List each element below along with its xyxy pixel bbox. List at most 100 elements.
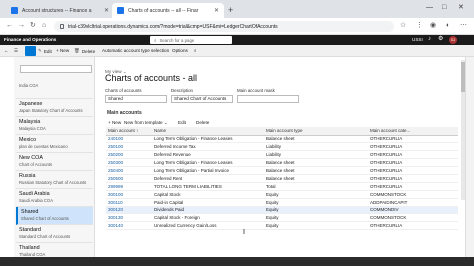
list-item[interactable]: New COA Chart of Accounts — [16, 153, 93, 171]
table-cell: OTHERCURLIA — [368, 182, 458, 191]
back-icon[interactable]: ← — [4, 48, 9, 53]
main-account-link[interactable]: 250500 — [106, 174, 152, 183]
grid-edit-button[interactable]: Edit — [178, 120, 186, 125]
app-title[interactable]: Finance and Operations — [4, 37, 56, 42]
menu-icon[interactable]: ⋯ — [460, 21, 467, 31]
table-row[interactable]: 300110 Paid-in Capital Equity ADDPAIDINCAPI… — [106, 198, 458, 207]
main-account-link[interactable]: 300100 — [106, 190, 152, 199]
browser-tab-charts-of-accounts[interactable]: Charts of accounts -- all -- Finar ✕ — [112, 3, 224, 18]
avatar[interactable]: GJ — [449, 36, 457, 44]
table-cell: Equity — [264, 206, 368, 215]
table-row[interactable]: 250300 Long Term Obligation - Finance Lea… — [106, 158, 458, 168]
table-row[interactable]: 300140 Unrealized Currency Gain/Loss Equit… — [106, 221, 458, 231]
description-label: Description — [171, 88, 193, 93]
edit-button[interactable]: ✎ Edit — [38, 48, 52, 54]
url-text: trial-c39vlcltrial.operations.dynamics.c… — [68, 23, 278, 30]
table-row[interactable]: 300100 Capital Stock Equity COMMONSTOCK — [106, 190, 458, 199]
profile-icon[interactable]: ◐ — [446, 21, 450, 31]
table-row[interactable]: 250200 Deferred Revenue Liability OTHERCURL… — [106, 150, 458, 160]
main-accounts-section-title: Main accounts — [107, 110, 142, 116]
profile-icon[interactable]: ◉ — [430, 21, 436, 31]
list-item[interactable]: Saudi Arabia Saudi Arabia COA — [16, 189, 93, 207]
main-account-mask-field[interactable] — [237, 95, 299, 103]
table-row[interactable]: 240100 Long Term Obligation - Finance Lea… — [106, 135, 458, 144]
hamburger-icon[interactable]: ☰ — [14, 48, 18, 54]
close-window-button[interactable]: ✕ — [458, 3, 464, 13]
table-cell: OTHERCURLIA — [368, 166, 458, 175]
delete-button[interactable]: 🗑 Delete — [74, 48, 95, 54]
table-row[interactable]: 250500 Deferred Rent Balance sheet OTHERCUR… — [106, 174, 458, 183]
main-account-link[interactable]: 300110 — [106, 198, 152, 207]
main-account-link[interactable]: 250100 — [106, 142, 152, 152]
column-header[interactable]: Main account cate... — [368, 127, 458, 136]
gear-icon[interactable]: ⚙ — [438, 36, 443, 43]
forward-icon[interactable]: → — [18, 21, 25, 31]
list-item[interactable]: Japanese Japan Statutory Chart of Account… — [16, 99, 93, 117]
list-item-code: Malaysia — [19, 119, 41, 125]
table-row[interactable]: 300120 Dividends Paid Equity COMMONDIV — [106, 206, 458, 215]
options-button[interactable]: Options — [172, 48, 188, 53]
tab-label: Charts of accounts -- all -- Finar — [128, 7, 199, 14]
list-item[interactable]: Malaysia Malaysia COA — [16, 117, 93, 135]
search-icon[interactable]: ⌕ — [194, 48, 197, 53]
description-field[interactable]: Shared Chart of Accounts — [171, 95, 233, 103]
grid-new-button[interactable]: + New — [108, 120, 121, 125]
url-input[interactable]: trial-c39vlcltrial.operations.dynamics.c… — [54, 21, 394, 32]
maximize-button[interactable]: □ — [442, 3, 446, 13]
main-account-link[interactable]: 299999 — [106, 182, 152, 191]
close-icon[interactable]: ✕ — [214, 7, 219, 14]
column-header[interactable]: Name — [152, 127, 264, 136]
main-account-link[interactable]: 240100 — [106, 135, 152, 144]
browser-tab-account-structures[interactable]: Account structures -- Finance a ✕ — [6, 3, 114, 18]
related-info-strip[interactable] — [465, 57, 474, 266]
close-icon[interactable]: ✕ — [104, 7, 109, 14]
main-account-link[interactable]: 300140 — [106, 221, 152, 231]
list-item[interactable]: Mexico plan de cuentas Mexicano — [16, 135, 93, 153]
bell-icon[interactable]: ♪ — [428, 36, 431, 43]
table-row[interactable]: 250400 Long Term Obligation - Partial Inv… — [106, 166, 458, 175]
main-account-link[interactable]: 250400 — [106, 166, 152, 175]
list-item-description: Japan Statutory Chart of Accounts — [19, 108, 83, 113]
action-pane: ← ☰ ✎ Edit + New 🗑 Delete Automatic accoun… — [0, 45, 474, 57]
new-tab-button[interactable]: + — [228, 5, 233, 15]
home-icon[interactable]: ⌂ — [42, 21, 46, 31]
column-header[interactable]: Main account type — [264, 127, 368, 136]
main-account-link[interactable]: 250300 — [106, 158, 152, 168]
scrollbar-thumb[interactable] — [461, 62, 465, 92]
main-accounts-grid: Main account ↑ Name Main account type Main … — [106, 127, 458, 231]
page-icon — [117, 7, 124, 14]
grid-delete-button[interactable]: Delete — [196, 120, 209, 125]
new-button[interactable]: + New — [56, 48, 69, 53]
main-account-link[interactable]: 300120 — [106, 206, 152, 215]
list-item[interactable]: Standard Standard Chart of Accounts — [16, 225, 93, 243]
column-header[interactable]: Main account ↑ — [106, 127, 152, 136]
table-row[interactable]: 250100 Deferred Income Tax Liability OTHERC… — [106, 142, 458, 152]
list-item[interactable]: Shared Shared Chart of Accounts — [16, 207, 93, 225]
extensions-icon[interactable]: ⋮ — [416, 21, 423, 31]
list-item[interactable]: India COA — [16, 81, 93, 99]
list-item-code: Saudi Arabia — [19, 191, 50, 197]
table-row[interactable]: 300130 Capital Stock - Foreign Equity COMMO… — [106, 213, 458, 223]
reload-icon[interactable]: ↻ — [30, 21, 36, 31]
vertical-scrollbar[interactable] — [461, 60, 465, 200]
list-item[interactable]: Russia Russian Statutory Chart of Account… — [16, 171, 93, 189]
table-row[interactable]: 299999 TOTAL LONG TERM LIABILITIES Total OT… — [106, 182, 458, 191]
charts-of-accounts-field[interactable]: Shared — [105, 95, 167, 103]
new-from-template-button[interactable]: New from template ⌄ — [124, 120, 168, 126]
star-icon[interactable]: ☆ — [400, 21, 406, 31]
filter-icon[interactable] — [25, 46, 36, 56]
main-account-link[interactable]: 300130 — [106, 213, 152, 223]
minimize-button[interactable]: — — [426, 3, 433, 13]
back-icon[interactable]: ← — [6, 21, 13, 31]
company-picker[interactable]: USSI — [412, 37, 423, 42]
main-account-link[interactable]: 250200 — [106, 150, 152, 160]
grid-body: 240100 Long Term Obligation - Finance Lea… — [106, 135, 458, 231]
automatic-account-type-button[interactable]: Automatic account type selection — [102, 48, 169, 53]
list-filter-input[interactable] — [20, 65, 92, 73]
list-item-description: Chart of Accounts — [19, 162, 53, 167]
table-cell: Capital Stock - Foreign — [152, 213, 264, 223]
table-cell: Equity — [264, 190, 368, 199]
search-input[interactable]: ⌕ Search for a page — [150, 36, 232, 44]
table-cell: TOTAL LONG TERM LIABILITIES — [152, 182, 264, 191]
table-cell: Paid-in Capital — [152, 198, 264, 207]
